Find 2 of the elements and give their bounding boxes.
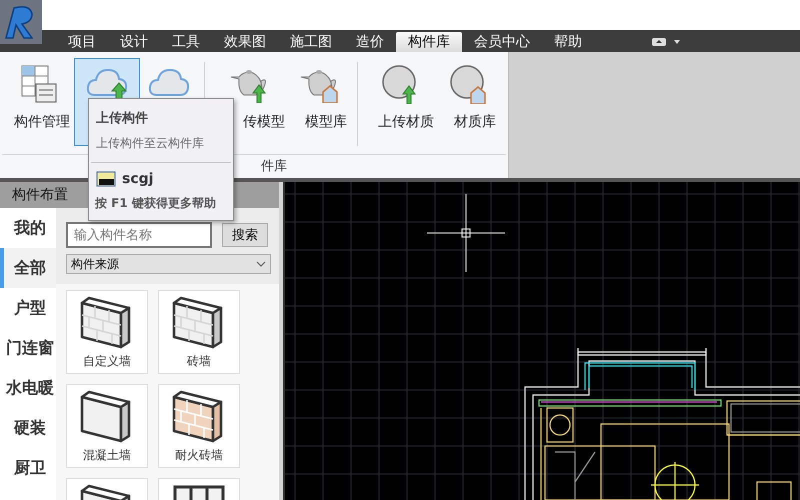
tooltip: 上传构件 上传构件至云构件库 scgj 按 F1 键获得更多帮助 bbox=[88, 98, 234, 221]
group-label: 件库 bbox=[260, 158, 287, 176]
